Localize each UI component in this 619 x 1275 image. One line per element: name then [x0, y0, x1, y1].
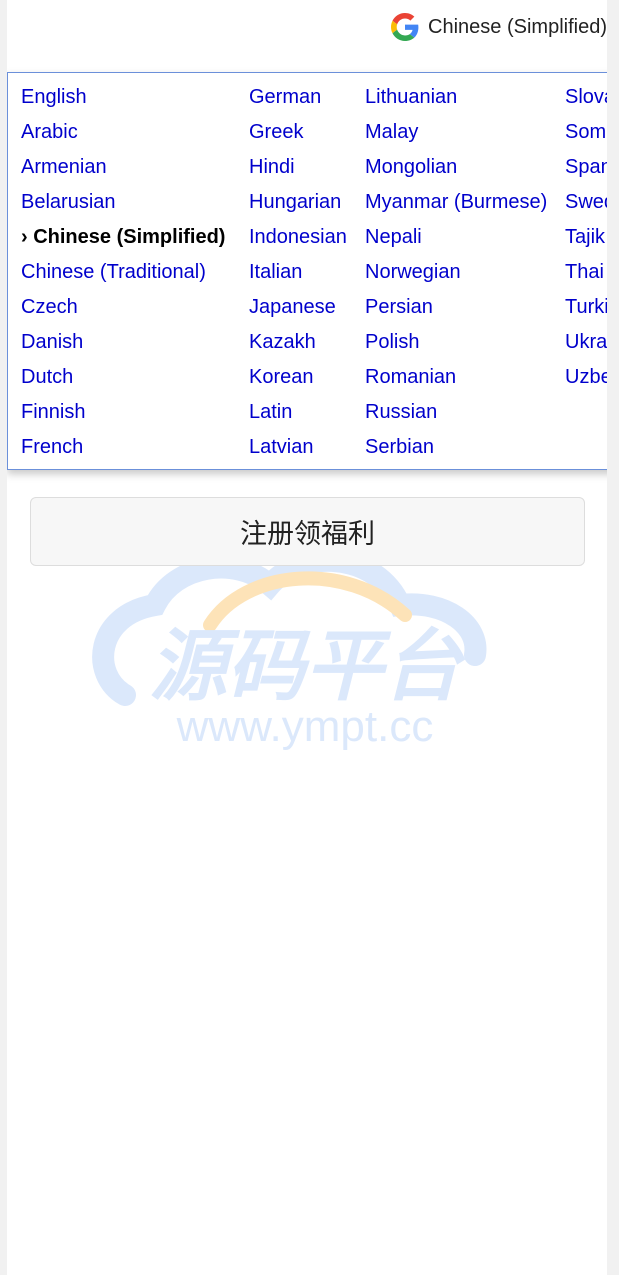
language-menu: English Arabic Armenian Belarusian › Chinese… — [7, 72, 607, 470]
header: Chinese (Simplified) — [7, 0, 607, 60]
language-option-norwegian[interactable]: Norwegian — [365, 258, 547, 293]
language-option-italian[interactable]: Italian — [249, 258, 347, 293]
watermark-cn-text: 源码平台 — [149, 622, 466, 712]
language-option-swed[interactable]: Swed — [565, 188, 607, 223]
language-option-thai[interactable]: Thai — [565, 258, 607, 293]
language-option-armenian[interactable]: Armenian — [21, 153, 225, 188]
language-column-2: German Greek Hindi Hungarian Indonesian Itali… — [249, 83, 347, 468]
language-option-french[interactable]: French — [21, 433, 225, 468]
language-column-1: English Arabic Armenian Belarusian › Chinese… — [21, 83, 225, 468]
language-option-chinese-traditional[interactable]: Chinese (Traditional) — [21, 258, 225, 293]
language-column-3: Lithuanian Malay Mongolian Myanmar (Burmese… — [365, 83, 547, 468]
language-option-persian[interactable]: Persian — [365, 293, 547, 328]
google-g-icon — [391, 13, 419, 41]
language-option-ukra[interactable]: Ukra — [565, 328, 607, 363]
watermark-url-text: www.ympt.cc — [176, 702, 434, 751]
ympt-watermark-logo: 源码平台 www.ympt.cc — [92, 549, 487, 751]
language-option-german[interactable]: German — [249, 83, 347, 118]
language-option-latvian[interactable]: Latvian — [249, 433, 347, 468]
language-option-tajik[interactable]: Tajik — [565, 223, 607, 258]
language-option-greek[interactable]: Greek — [249, 118, 347, 153]
language-option-dutch[interactable]: Dutch — [21, 363, 225, 398]
language-option-uzbe[interactable]: Uzbe — [565, 363, 607, 398]
language-option-soma[interactable]: Soma — [565, 118, 607, 153]
language-option-span[interactable]: Span — [565, 153, 607, 188]
current-language-label: Chinese (Simplified) — [428, 15, 607, 38]
language-option-english[interactable]: English — [21, 83, 225, 118]
language-option-korean[interactable]: Korean — [249, 363, 347, 398]
language-option-finnish[interactable]: Finnish — [21, 398, 225, 433]
language-option-czech[interactable]: Czech — [21, 293, 225, 328]
language-option-malay[interactable]: Malay — [365, 118, 547, 153]
language-option-lithuanian[interactable]: Lithuanian — [365, 83, 547, 118]
language-option-polish[interactable]: Polish — [365, 328, 547, 363]
google-translate-widget[interactable]: Chinese (Simplified) — [391, 12, 607, 42]
language-option-myanmar-burmese[interactable]: Myanmar (Burmese) — [365, 188, 547, 223]
language-option-latin[interactable]: Latin — [249, 398, 347, 433]
page: Chinese (Simplified) 源码平台 www.ympt.cc 注册… — [7, 0, 607, 1275]
language-option-hindi[interactable]: Hindi — [249, 153, 347, 188]
language-column-4: SlovaSomaSpanSwedTajikThaiTurkiUkraUzbe — [565, 83, 607, 398]
language-option-slova[interactable]: Slova — [565, 83, 607, 118]
language-option-kazakh[interactable]: Kazakh — [249, 328, 347, 363]
language-option-chinese-simplified[interactable]: › Chinese (Simplified) — [21, 223, 225, 258]
language-option-hungarian[interactable]: Hungarian — [249, 188, 347, 223]
signup-rewards-button[interactable]: 注册领福利 — [30, 497, 585, 566]
language-option-arabic[interactable]: Arabic — [21, 118, 225, 153]
language-option-russian[interactable]: Russian — [365, 398, 547, 433]
language-option-turki[interactable]: Turki — [565, 293, 607, 328]
language-option-danish[interactable]: Danish — [21, 328, 225, 363]
language-option-nepali[interactable]: Nepali — [365, 223, 547, 258]
language-option-serbian[interactable]: Serbian — [365, 433, 547, 468]
language-option-belarusian[interactable]: Belarusian — [21, 188, 225, 223]
language-option-mongolian[interactable]: Mongolian — [365, 153, 547, 188]
language-option-romanian[interactable]: Romanian — [365, 363, 547, 398]
language-option-japanese[interactable]: Japanese — [249, 293, 347, 328]
language-option-indonesian[interactable]: Indonesian — [249, 223, 347, 258]
